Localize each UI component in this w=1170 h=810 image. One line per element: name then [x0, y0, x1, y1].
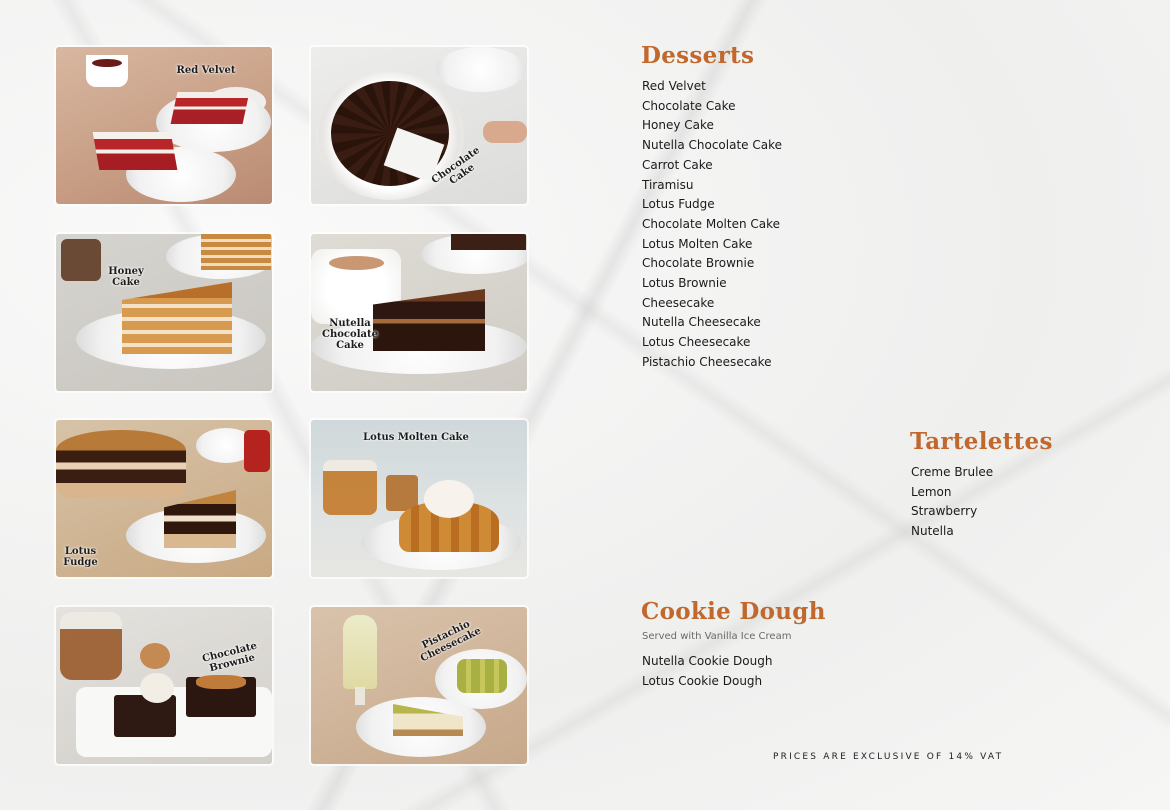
list-item: Lemon — [911, 484, 952, 499]
photo-lotus-fudge-label: Lotus Fudge — [63, 546, 98, 568]
tartelettes-title: Tartelettes — [910, 428, 1053, 455]
photo-lotus-molten-cake: Lotus Molten Cake — [311, 420, 527, 577]
list-item: Honey Cake — [642, 118, 714, 133]
list-item: Chocolate Brownie — [642, 256, 755, 271]
list-item: Creme Brulee — [911, 465, 994, 479]
photo-honey-cake-label: Honey Cake — [108, 266, 144, 288]
list-item: Lotus Cookie Dough — [642, 673, 763, 688]
list-item: Strawberry — [911, 504, 978, 519]
photo-red-velvet: Red Velvet — [56, 47, 272, 204]
desserts-list: Red Velvet Chocolate Cake Honey Cake Nut… — [642, 77, 782, 373]
photo-lotus-fudge: Lotus Fudge — [56, 420, 272, 577]
cookie-dough-title: Cookie Dough — [641, 598, 826, 625]
list-item: Red Velvet — [642, 79, 706, 93]
list-item: Lotus Brownie — [642, 276, 727, 291]
photo-nutella-chocolate-cake-label: Nutella Chocolate Cake — [322, 318, 378, 351]
list-item: Lotus Molten Cake — [642, 236, 753, 251]
list-item: Lotus Cheesecake — [642, 335, 751, 350]
list-item: Lotus Fudge — [642, 197, 715, 212]
list-item: Chocolate Molten Cake — [642, 216, 781, 231]
vat-note: PRICES ARE EXCLUSIVE OF 14% VAT — [773, 752, 1004, 762]
photo-chocolate-cake: Chocolate Cake — [311, 47, 527, 204]
list-item: Nutella Chocolate Cake — [642, 138, 782, 153]
photo-chocolate-brownie: Chocolate Brownie — [56, 607, 272, 764]
list-item: Pistachio Cheesecake — [642, 354, 772, 369]
cookie-dough-subtitle: Served with Vanilla Ice Cream — [642, 631, 792, 642]
desserts-title: Desserts — [641, 42, 755, 69]
photo-red-velvet-label: Red Velvet — [176, 65, 236, 76]
list-item: Nutella Cookie Dough — [642, 654, 773, 668]
list-item: Tiramisu — [642, 177, 694, 192]
photo-pistachio-cheesecake: Pistachio Cheesecake — [311, 607, 527, 764]
list-item: Cheesecake — [642, 295, 715, 310]
photo-chocolate-brownie-label: Chocolate Brownie — [201, 640, 259, 675]
list-item: Chocolate Cake — [642, 98, 736, 113]
tartelettes-list: Creme Brulee Lemon Strawberry Nutella — [911, 463, 993, 542]
list-item: Nutella Cheesecake — [642, 315, 761, 330]
photo-lotus-molten-cake-label: Lotus Molten Cake — [363, 432, 469, 443]
photo-nutella-chocolate-cake: Nutella Chocolate Cake — [311, 234, 527, 391]
cookie-dough-list: Nutella Cookie Dough Lotus Cookie Dough — [642, 652, 772, 691]
photo-honey-cake: Honey Cake — [56, 234, 272, 391]
list-item: Nutella — [911, 524, 954, 539]
list-item: Carrot Cake — [642, 157, 713, 172]
